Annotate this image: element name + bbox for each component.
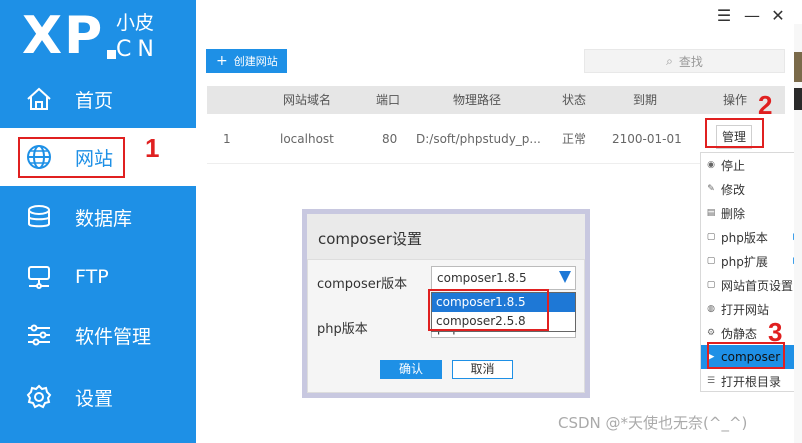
search-icon: ⌕ xyxy=(666,53,673,68)
menu-item-stop[interactable]: ◉ 停止 xyxy=(701,153,802,177)
homepage-icon: ▢ xyxy=(706,280,716,290)
sidebar-item-label: 设置 xyxy=(75,387,114,410)
php-version-icon: ▢ xyxy=(706,232,716,242)
menu-item-label: 伪静态 xyxy=(721,326,758,341)
create-website-button[interactable]: + 创建网站 xyxy=(206,49,287,73)
dialog-title-bar: composer设置 xyxy=(307,214,585,260)
menu-item-open-root[interactable]: ☰ 打开根目录 xyxy=(701,369,802,393)
sidebar-item-settings[interactable]: 设置 xyxy=(0,368,196,426)
composer-version-value: composer1.8.5 xyxy=(437,271,527,285)
dialog-title: composer设置 xyxy=(318,230,422,248)
cell-expire: 2100-01-01 xyxy=(612,132,682,146)
col-port: 端口 xyxy=(376,93,401,107)
sidebar-item-label: 软件管理 xyxy=(75,325,152,348)
sidebar-item-home[interactable]: 首页 xyxy=(0,70,196,128)
menu-item-open-site[interactable]: ◍ 打开网站 xyxy=(701,297,802,321)
annotation-number-1: 1 xyxy=(145,133,160,163)
php-extension-icon: ▢ xyxy=(706,256,716,266)
sidebar-item-label: FTP xyxy=(75,266,109,288)
col-status: 状态 xyxy=(562,93,587,107)
sidebar-item-database[interactable]: 数据库 xyxy=(0,188,196,246)
menu-item-delete[interactable]: ▤ 删除 xyxy=(701,201,802,225)
menu-item-label: 打开网站 xyxy=(721,302,770,317)
menu-item-label: php扩展 xyxy=(721,254,768,269)
menu-item-label: 打开根目录 xyxy=(721,374,782,389)
sidebar-item-software[interactable]: 软件管理 xyxy=(0,306,196,364)
edge-image xyxy=(794,52,802,82)
cancel-button[interactable]: 取消 xyxy=(452,360,513,379)
home-icon xyxy=(24,84,54,114)
edit-icon: ✎ xyxy=(707,184,715,194)
gear-icon xyxy=(24,382,54,412)
confirm-button[interactable]: 确认 xyxy=(380,360,442,379)
logo-dot xyxy=(107,50,116,59)
cell-path: D:/soft/phpstudy_p... xyxy=(416,132,541,146)
folder-icon: ☰ xyxy=(706,376,716,386)
menu-item-label: 修改 xyxy=(721,182,746,197)
server-icon xyxy=(24,262,54,292)
annotation-box-manage xyxy=(705,118,764,148)
composer-version-label: composer版本 xyxy=(317,277,408,292)
menu-item-label: 停止 xyxy=(721,158,746,173)
logo-xp: XP xyxy=(22,6,105,66)
menu-icon[interactable]: ☰ xyxy=(716,8,732,24)
menu-item-label: php版本 xyxy=(721,230,768,245)
search-placeholder: 查找 xyxy=(678,54,703,69)
menu-item-label: 删除 xyxy=(721,206,746,221)
annotation-box-website xyxy=(18,137,125,178)
database-icon xyxy=(24,202,54,232)
cell-index: 1 xyxy=(223,132,231,146)
annotation-box-dropdown xyxy=(428,289,549,331)
open-site-icon: ◍ xyxy=(707,304,715,314)
table-row[interactable]: 1 localhost 80 D:/soft/phpstudy_p... 正常 … xyxy=(207,114,785,164)
app-logo: XP 小皮 CN xyxy=(22,6,192,66)
sidebar: XP 小皮 CN 首页 网站 数据库 FTP 软件管理 设置 xyxy=(0,0,196,443)
menu-item-edit[interactable]: ✎ 修改 xyxy=(701,177,802,201)
delete-icon: ▤ xyxy=(706,208,716,218)
col-action: 操作 xyxy=(723,93,748,107)
menu-item-homepage-settings[interactable]: ▢ 网站首页设置 xyxy=(701,273,802,297)
col-expire: 到期 xyxy=(633,93,658,107)
menu-item-label: 网站首页设置 xyxy=(721,278,794,293)
menu-item-php-extension[interactable]: ▢ php扩展 ▶ xyxy=(701,249,802,273)
cell-port: 80 xyxy=(382,132,398,146)
annotation-number-3: 3 xyxy=(768,317,783,347)
sidebar-item-label: 首页 xyxy=(75,89,114,112)
table-header: 网站域名 端口 物理路径 状态 到期 操作 xyxy=(207,86,785,114)
sliders-icon xyxy=(24,320,54,350)
php-version-label: php版本 xyxy=(317,322,368,337)
logo-small-text: 小皮 xyxy=(116,12,155,34)
col-path: 物理路径 xyxy=(453,93,502,107)
cell-domain: localhost xyxy=(280,132,334,146)
menu-item-php-version[interactable]: ▢ php版本 ▶ xyxy=(701,225,802,249)
rewrite-icon: ⚙ xyxy=(706,328,716,338)
stop-icon: ◉ xyxy=(707,160,715,170)
composer-version-select[interactable]: composer1.8.5 xyxy=(431,266,576,290)
sidebar-item-ftp[interactable]: FTP xyxy=(0,248,196,306)
watermark: CSDN @*天使也无奈(^_^) xyxy=(558,414,748,432)
close-icon[interactable]: ✕ xyxy=(770,8,786,24)
plus-icon: + xyxy=(216,53,228,69)
logo-cn: CN xyxy=(116,37,160,62)
minimize-icon[interactable]: — xyxy=(744,8,760,24)
annotation-number-2: 2 xyxy=(758,90,773,120)
cell-status: 正常 xyxy=(562,132,587,146)
create-website-label: 创建网站 xyxy=(233,55,278,68)
dropdown-arrow-icon xyxy=(559,271,571,283)
search-input[interactable]: ⌕ 查找 xyxy=(584,49,785,73)
sidebar-item-label: 数据库 xyxy=(75,207,133,230)
col-domain: 网站域名 xyxy=(283,93,332,107)
edge-image xyxy=(794,88,802,110)
background-window-edge xyxy=(794,24,802,443)
